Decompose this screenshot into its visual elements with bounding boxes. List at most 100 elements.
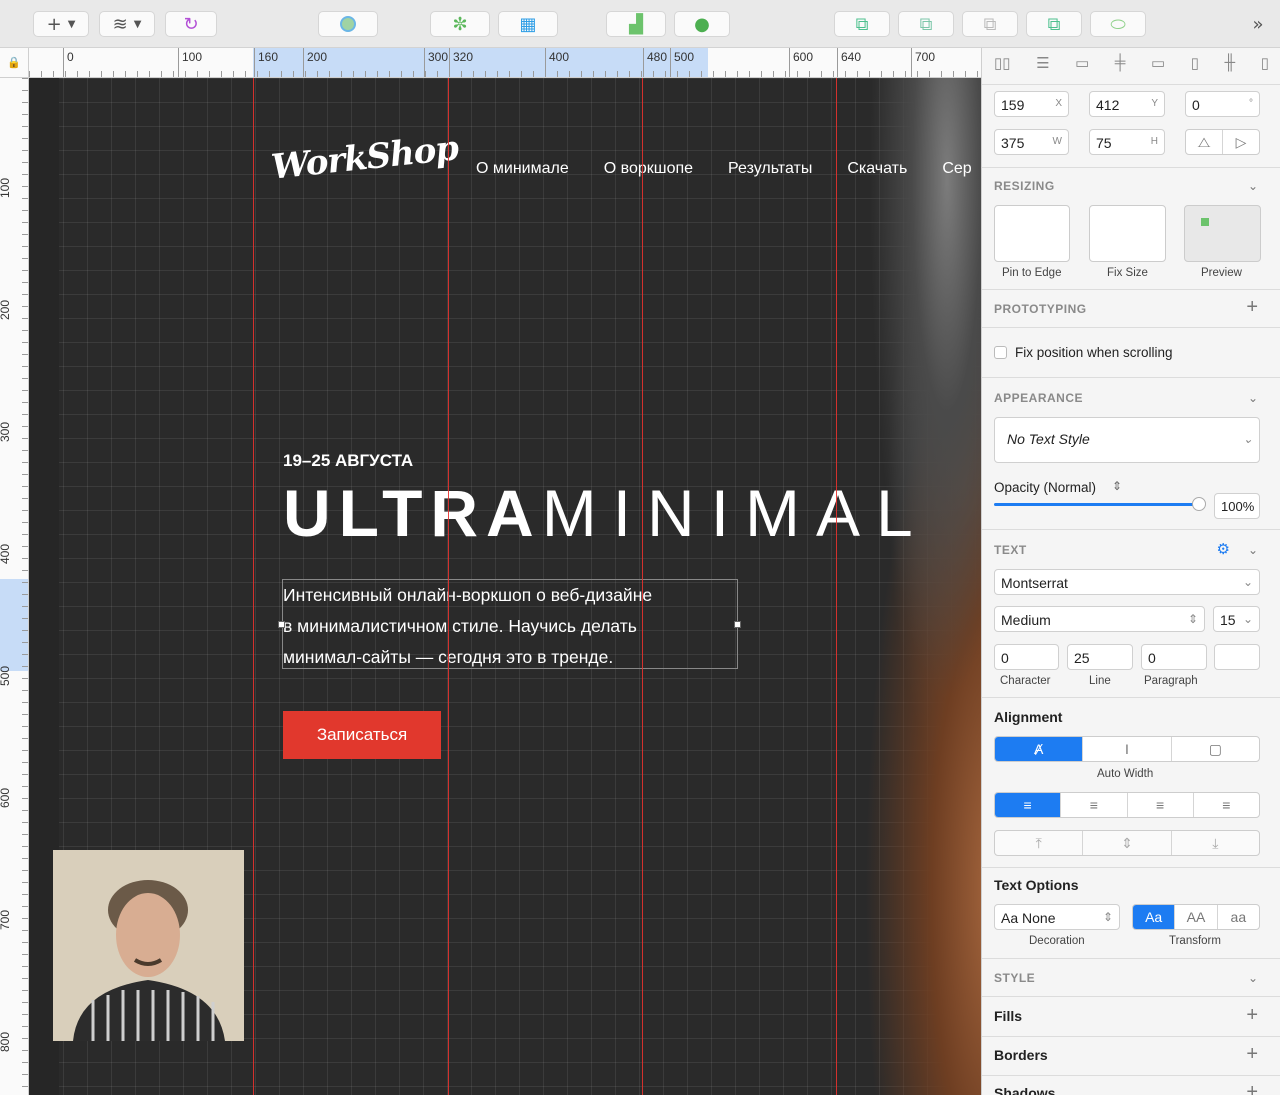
align-bottom-icon[interactable]: ▯	[1261, 54, 1269, 76]
text-style-dropdown[interactable]: No Text Style ⌄	[994, 417, 1260, 463]
align-left-icon[interactable]: ▭	[1075, 54, 1089, 76]
line-height-field[interactable]: 25	[1067, 644, 1133, 670]
height-field[interactable]: 75 H	[1089, 129, 1165, 155]
align-center-icon[interactable]: ╪	[1115, 54, 1126, 76]
x-field[interactable]: 159 X	[994, 91, 1069, 117]
ruler-lock-icon[interactable]: 🔒	[0, 48, 29, 78]
flip-vertical-icon[interactable]: ▷	[1223, 130, 1259, 154]
add-fill-icon[interactable]: +	[1246, 1004, 1258, 1027]
align-top-icon[interactable]: ⤒	[995, 831, 1084, 855]
chevron-down-icon: ▼	[133, 18, 142, 30]
nav-item[interactable]: О минимале	[476, 160, 569, 178]
font-weight-dropdown[interactable]: Medium ⇕	[994, 606, 1205, 632]
align-bottom-icon[interactable]: ⤓	[1172, 831, 1259, 855]
intersect-button[interactable]: ⧉	[962, 11, 1018, 37]
headline[interactable]: ULTRAMINIMAL	[283, 478, 929, 548]
text-color-field[interactable]	[1214, 644, 1260, 670]
align-top-icon[interactable]: ▯	[1191, 54, 1199, 76]
flip-horizontal-icon[interactable]: ⧍	[1186, 130, 1223, 154]
paragraph-spacing-field[interactable]: 0	[1141, 644, 1207, 670]
guide-line	[448, 78, 449, 1095]
stepper-icon[interactable]: ⇕	[1112, 479, 1122, 493]
fixed-size-icon[interactable]: ▢	[1172, 737, 1259, 761]
preview-label: Preview	[1201, 267, 1242, 279]
width-field[interactable]: 375 W	[994, 129, 1069, 155]
difference-button[interactable]: ⧉	[1026, 11, 1082, 37]
align-center-icon[interactable]: ≡	[1061, 793, 1128, 817]
opacity-slider[interactable]	[994, 503, 1200, 506]
rotation-field[interactable]: 0 °	[1185, 91, 1260, 117]
sync-button[interactable]: ↻	[165, 11, 217, 37]
align-right-icon[interactable]: ≡	[1128, 793, 1194, 817]
chevron-down-icon[interactable]: ⌄	[1248, 971, 1258, 985]
align-left-icon[interactable]: ≡	[995, 793, 1062, 817]
appearance-header[interactable]: APPEARANCE	[994, 391, 1083, 405]
chevron-down-icon[interactable]: ⌄	[1248, 391, 1258, 405]
align-middle-icon[interactable]: ⇕	[1083, 831, 1172, 855]
guide-line	[642, 78, 643, 1095]
y-field[interactable]: 412 Y	[1089, 91, 1165, 117]
text-header[interactable]: TEXT	[994, 543, 1027, 557]
distribute-v-icon[interactable]: ☰	[1036, 54, 1049, 76]
flatten-button[interactable]: ⬭	[1090, 11, 1146, 37]
nav-item[interactable]: Результаты	[728, 160, 812, 178]
chevron-down-icon[interactable]: ⌄	[1248, 543, 1258, 557]
fix-position-label: Fix position when scrolling	[1015, 345, 1173, 360]
resizing-header[interactable]: RESIZING	[994, 179, 1055, 193]
fix-position-checkbox[interactable]	[994, 346, 1007, 359]
fixed-width-icon[interactable]: Ⱥ	[995, 737, 1084, 761]
ruler-label: 160	[258, 50, 279, 64]
more-button[interactable]: »	[1244, 11, 1272, 37]
fix-size-box[interactable]	[1089, 205, 1166, 262]
ruler-tick	[670, 48, 671, 77]
edit-button[interactable]: ●	[674, 11, 730, 37]
transform-button[interactable]: ▟	[606, 11, 666, 37]
transform-lowercase[interactable]: aa	[1218, 905, 1259, 929]
opacity-slider-thumb[interactable]	[1192, 497, 1206, 511]
add-prototyping-icon[interactable]: +	[1246, 296, 1258, 319]
vertical-ruler[interactable]: 100 200 300 400 500 600 700 800	[0, 78, 29, 1095]
add-border-icon[interactable]: +	[1246, 1043, 1258, 1066]
transform-uppercase[interactable]: AA	[1175, 905, 1218, 929]
style-header[interactable]: STYLE	[994, 971, 1035, 985]
opacity-field[interactable]: 100%	[1214, 493, 1260, 519]
decoration-dropdown[interactable]: Aa None ⇕	[994, 904, 1120, 930]
insert-button[interactable]: + ▼	[33, 11, 89, 37]
fix-size-label: Fix Size	[1107, 267, 1148, 279]
difference-icon: ⧉	[1047, 13, 1061, 35]
event-date[interactable]: 19–25 АВГУСТА	[283, 451, 413, 471]
distribute-h-icon[interactable]: ▯▯	[994, 54, 1011, 76]
resize-handle-left[interactable]	[278, 621, 285, 628]
nav-item[interactable]: Скачать	[847, 160, 907, 178]
align-right-icon[interactable]: ▭	[1151, 54, 1165, 76]
headline-light: MINIMAL	[541, 476, 929, 550]
component-button[interactable]: ✼	[430, 11, 490, 37]
layers-button[interactable]: ≋ ▼	[99, 11, 155, 37]
transform-none[interactable]: Aa	[1133, 905, 1176, 929]
font-size-field[interactable]: 15 ⌄	[1213, 606, 1260, 632]
presenter-image	[53, 850, 244, 1041]
pin-to-edge-box[interactable]	[994, 205, 1070, 262]
signup-button[interactable]: Записаться	[283, 711, 441, 759]
font-family-dropdown[interactable]: Montserrat ⌄	[994, 569, 1260, 595]
nav-item[interactable]: О воркшопе	[604, 160, 693, 178]
nav-item[interactable]: Сер	[942, 160, 971, 178]
auto-width-icon[interactable]: I	[1083, 737, 1172, 761]
add-shadow-icon[interactable]: +	[1246, 1081, 1258, 1095]
subtract-button[interactable]: ⧉	[898, 11, 954, 37]
character-spacing-field[interactable]: 0	[994, 644, 1059, 670]
justify-icon[interactable]: ≡	[1194, 793, 1259, 817]
align-middle-icon[interactable]: ╫	[1225, 54, 1236, 76]
resize-handle-right[interactable]	[734, 621, 741, 628]
paragraph-label: Paragraph	[1144, 675, 1198, 687]
selected-text-layer[interactable]: Интенсивный онлайн-воркшоп о веб-дизайне…	[282, 579, 738, 669]
transform-label: Transform	[1169, 935, 1221, 947]
gear-icon[interactable]: ⚙	[1217, 540, 1230, 558]
symbol-button[interactable]	[318, 11, 378, 37]
grid-button[interactable]: ▦	[498, 11, 558, 37]
chevron-down-icon[interactable]: ⌄	[1248, 179, 1258, 193]
logo[interactable]: WorkShop	[269, 128, 459, 187]
stepper-icon: ⇕	[1187, 612, 1198, 626]
union-button[interactable]: ⧉	[834, 11, 890, 37]
horizontal-ruler[interactable]: 0 100 160 200 300 320 400 480 500 600 640 700	[29, 48, 981, 78]
